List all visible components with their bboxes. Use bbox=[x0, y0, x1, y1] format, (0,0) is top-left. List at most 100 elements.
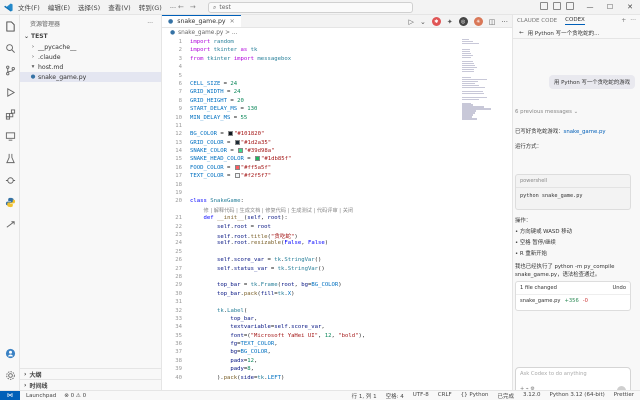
menu-go[interactable]: 转到(G) bbox=[139, 2, 162, 12]
settings-gear-icon[interactable] bbox=[0, 364, 20, 386]
tree-item-host-md[interactable]: ▾ host.md bbox=[20, 62, 161, 72]
code-line[interactable]: 23 self.root.title("贪吃蛇") bbox=[162, 232, 512, 240]
code-line[interactable]: 26 self.score_var = tk.StringVar() bbox=[162, 257, 512, 265]
status-launchpad[interactable]: Launchpad bbox=[26, 393, 56, 399]
forward-arrow-icon[interactable]: → bbox=[190, 3, 196, 11]
run-dropdown-icon[interactable]: ⌄ bbox=[420, 18, 426, 26]
tab-snake-game[interactable]: ● snake_game.py ✕ bbox=[162, 15, 241, 27]
code-line[interactable]: 7 GRID_WIDTH = 24 bbox=[162, 89, 512, 97]
code-line[interactable]: 8 GRID_HEIGHT = 20 bbox=[162, 98, 512, 106]
search-icon[interactable] bbox=[0, 37, 20, 59]
split-editor-icon[interactable]: ◫ bbox=[489, 18, 496, 26]
code-line[interactable]: 24 self.root.resizable(False, False) bbox=[162, 240, 512, 248]
run-icon[interactable]: ▷ bbox=[409, 18, 414, 26]
code-line[interactable]: 25 bbox=[162, 249, 512, 257]
toggle-panel-icon[interactable] bbox=[553, 2, 561, 10]
back-arrow-icon[interactable]: ← bbox=[519, 30, 524, 36]
menu-selection[interactable]: 选择(S) bbox=[78, 2, 100, 12]
python-icon[interactable] bbox=[0, 191, 20, 213]
extensions-icon[interactable] bbox=[0, 103, 20, 125]
code-line[interactable]: 17 TEXT_COLOR = "#f2f5f7" bbox=[162, 173, 512, 181]
code-line[interactable]: 11 bbox=[162, 123, 512, 131]
close-tab-icon[interactable]: ✕ bbox=[230, 18, 235, 25]
code-line[interactable]: 16 FOOD_COLOR = "#ff5a5f" bbox=[162, 164, 512, 173]
sparkle-icon[interactable]: ✦ bbox=[447, 18, 453, 26]
code-line[interactable]: 39 pady=8, bbox=[162, 366, 512, 374]
code-line[interactable]: 修 | 解释代码 | 生成文档 | 修复代码 | 生成测试 | 代码评审 | 关… bbox=[162, 207, 512, 215]
new-chat-icon[interactable]: + bbox=[621, 17, 626, 24]
toggle-aux-bar-icon[interactable] bbox=[566, 2, 574, 10]
status-indent[interactable]: 空格: 4 bbox=[386, 392, 404, 400]
menu-view[interactable]: 查看(V) bbox=[108, 2, 131, 12]
code-line[interactable]: 28 bbox=[162, 274, 512, 282]
git-graph-icon[interactable] bbox=[0, 169, 20, 191]
code-line[interactable]: 15 SNAKE_HEAD_COLOR = "#1db85f" bbox=[162, 156, 512, 164]
status-encoding[interactable]: UTF-8 bbox=[413, 392, 429, 400]
minimap[interactable] bbox=[462, 39, 504, 239]
code-line[interactable]: 14 SNAKE_COLOR = "#39d98a" bbox=[162, 148, 512, 156]
chat-history-header[interactable]: ← 用 Python 写一个贪吃蛇的... bbox=[513, 27, 640, 39]
status-eol[interactable]: CRLF bbox=[438, 392, 452, 400]
tab-codex[interactable]: CODEX bbox=[565, 17, 585, 25]
status-problems[interactable]: ⊗ 0 ⚠ 0 bbox=[64, 393, 86, 399]
code-line[interactable]: 40 ).pack(side=tk.LEFT) bbox=[162, 375, 512, 383]
code-line[interactable]: 30 top_bar.pack(fill=tk.X) bbox=[162, 291, 512, 299]
previous-messages-toggle[interactable]: 6 previous messages ⌄ bbox=[515, 109, 578, 115]
code-editor[interactable]: 1 import random 2 import tkinter as tk 3 from… bbox=[162, 39, 512, 390]
command-center[interactable]: ⌕ test bbox=[208, 2, 413, 13]
code-line[interactable]: 22 self.root = root bbox=[162, 224, 512, 232]
status-language[interactable]: {} Python bbox=[461, 392, 489, 400]
code-line[interactable]: 9 START_DELAY_MS = 130 bbox=[162, 106, 512, 114]
remote-indicator-icon[interactable]: ⋈ bbox=[0, 390, 20, 400]
code-line[interactable]: 5 bbox=[162, 73, 512, 81]
outline-section-header[interactable]: › 大纲 bbox=[20, 368, 162, 379]
code-line[interactable]: 27 self.status_var = tk.StringVar() bbox=[162, 266, 512, 274]
maximize-icon[interactable]: ☐ bbox=[600, 0, 620, 15]
code-line[interactable]: 18 bbox=[162, 182, 512, 190]
code-line[interactable]: 20 class SnakeGame: bbox=[162, 198, 512, 206]
undo-button[interactable]: Undo bbox=[612, 285, 626, 291]
status-done[interactable]: 已完成 bbox=[497, 392, 514, 400]
explorer-icon[interactable] bbox=[0, 15, 20, 37]
code-line[interactable]: 32 tk.Label( bbox=[162, 308, 512, 316]
code-line[interactable]: 36 fg=TEXT_COLOR, bbox=[162, 341, 512, 349]
claude-icon[interactable]: ✳ bbox=[473, 17, 483, 26]
menu-edit[interactable]: 编辑(E) bbox=[48, 2, 70, 12]
tab-claude-code[interactable]: CLAUDE CODE bbox=[517, 18, 557, 24]
breadcrumb-text[interactable]: snake_game.py > ... bbox=[178, 30, 237, 36]
toggle-sidebar-icon[interactable] bbox=[540, 2, 548, 10]
remote-explorer-icon[interactable] bbox=[0, 125, 20, 147]
status-python-version[interactable]: 3.12.0 bbox=[523, 392, 541, 400]
testing-icon[interactable] bbox=[0, 147, 20, 169]
share-icon[interactable] bbox=[0, 213, 20, 235]
status-cursor-pos[interactable]: 行 1, 列 1 bbox=[352, 392, 377, 400]
extension-badge-icon[interactable]: ✱ bbox=[431, 17, 441, 26]
menu-file[interactable]: 文件(F) bbox=[18, 2, 40, 12]
code-line[interactable]: 37 bg=BG_COLOR, bbox=[162, 349, 512, 357]
tree-item-pycache[interactable]: › __pycache__ bbox=[20, 42, 161, 52]
code-line[interactable]: 4 bbox=[162, 64, 512, 72]
run-debug-icon[interactable] bbox=[0, 81, 20, 103]
code-line[interactable]: 1 import random bbox=[162, 39, 512, 47]
file-link[interactable]: snake_game.py bbox=[564, 129, 606, 135]
code-line[interactable]: 34 textvariable=self.score_var, bbox=[162, 324, 512, 332]
tree-item-claude[interactable]: › .claude bbox=[20, 52, 161, 62]
more-actions-icon[interactable]: ··· bbox=[501, 18, 508, 26]
code-line[interactable]: 6 CELL_SIZE = 24 bbox=[162, 81, 512, 89]
code-line[interactable]: 19 bbox=[162, 190, 512, 198]
minimize-icon[interactable]: — bbox=[580, 0, 600, 15]
code-line[interactable]: 33 top_bar, bbox=[162, 316, 512, 324]
code-line[interactable]: 3 from tkinter import messagebox bbox=[162, 56, 512, 64]
openai-icon[interactable]: ◎ bbox=[458, 17, 468, 26]
code-line[interactable]: 10 MIN_DELAY_MS = 55 bbox=[162, 115, 512, 123]
status-prettier[interactable]: Prettier bbox=[614, 392, 634, 400]
code-line[interactable]: 2 import tkinter as tk bbox=[162, 47, 512, 55]
code-line[interactable]: 38 padx=12, bbox=[162, 358, 512, 366]
code-line[interactable]: 13 GRID_COLOR = "#1d2a35" bbox=[162, 139, 512, 148]
account-icon[interactable] bbox=[0, 342, 20, 364]
more-actions-icon[interactable]: ··· bbox=[147, 20, 153, 27]
code-line[interactable]: 31 bbox=[162, 299, 512, 307]
more-actions-icon[interactable]: ··· bbox=[630, 17, 636, 24]
close-icon[interactable]: ✕ bbox=[620, 0, 640, 15]
code-line[interactable]: 12 BG_COLOR = "#101820" bbox=[162, 131, 512, 139]
